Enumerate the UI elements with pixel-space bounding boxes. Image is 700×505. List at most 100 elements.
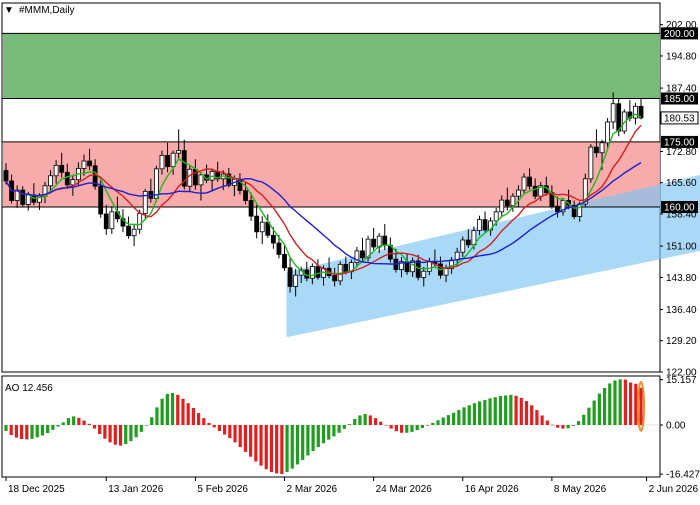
y-tick-label: 194.80	[666, 51, 697, 62]
ao-bar	[358, 415, 362, 426]
candle-body	[504, 199, 510, 207]
ao-bar	[290, 425, 294, 469]
ao-bar	[597, 393, 601, 426]
candle-body	[270, 234, 276, 244]
candle-body	[53, 164, 59, 177]
ao-bar	[592, 400, 596, 426]
ao-bar	[405, 425, 409, 433]
candle-body	[555, 205, 560, 213]
candle	[142, 188, 148, 219]
candle-body	[610, 103, 616, 123]
candle-body	[532, 185, 538, 197]
candle-body	[131, 228, 137, 237]
ao-bar	[217, 425, 222, 431]
candle-body	[371, 238, 377, 248]
ao-bar	[556, 425, 560, 428]
ao-bar	[51, 425, 55, 430]
ao-bar	[462, 407, 466, 426]
ao-bar	[92, 425, 97, 429]
candle-body	[165, 154, 170, 168]
candle-body	[599, 142, 605, 154]
ao-bar	[134, 425, 138, 438]
ao-bar	[301, 425, 305, 460]
candle-body	[3, 170, 9, 182]
ao-bar	[35, 425, 39, 438]
ao-bar	[353, 419, 357, 426]
ao-bar	[155, 407, 159, 426]
candle-body	[605, 121, 610, 144]
ao-bar	[514, 395, 518, 426]
last-price-label: 180.53	[664, 113, 695, 124]
ao-bar	[202, 418, 206, 426]
ao-y-tick-label: -16.427	[666, 470, 700, 481]
candle-body	[516, 189, 521, 197]
ao-bar	[40, 425, 45, 436]
ao-bar	[139, 425, 143, 432]
candle-body	[287, 267, 293, 287]
ao-bar	[618, 379, 622, 426]
y-tick-label: 172.80	[666, 147, 697, 158]
ao-bar	[472, 403, 477, 426]
ao-bar	[602, 387, 607, 426]
candle-body	[109, 211, 115, 230]
ao-bar	[415, 425, 419, 431]
ao-bar	[431, 422, 435, 426]
ao-bar	[61, 422, 65, 426]
ao-bar	[306, 425, 310, 456]
ao-indicator-label: AO 12.456	[5, 383, 53, 394]
ao-bar	[196, 413, 201, 426]
y-tick-label: 129.20	[666, 336, 697, 347]
y-tick-label: 136.40	[666, 305, 697, 316]
ao-bar	[223, 425, 227, 435]
ao-bar	[176, 394, 180, 426]
ao-bar	[103, 425, 107, 439]
candle-body	[243, 190, 248, 201]
ao-bar	[212, 425, 216, 428]
ao-bar	[342, 425, 346, 429]
ao-bar	[9, 425, 13, 436]
candle-body	[443, 268, 449, 276]
x-tick-label: 2 Mar 2026	[287, 484, 338, 495]
ao-bar	[571, 425, 575, 426]
level-label: 200.00	[664, 29, 695, 40]
ao-bar	[72, 416, 76, 426]
ao-bar	[264, 425, 268, 470]
ao-bar	[295, 425, 300, 465]
collapse-arrow-icon[interactable]: ▼	[4, 5, 14, 16]
ao-y-tick-label: 15.157	[666, 375, 697, 386]
candle-body	[332, 275, 338, 282]
ao-bar	[550, 424, 555, 426]
candle-body	[309, 266, 315, 279]
chart-title: #MMM,Daily	[19, 5, 75, 16]
candle-body	[276, 242, 282, 255]
ao-bar	[441, 417, 445, 426]
candle-body	[477, 219, 482, 231]
ao-bar	[337, 425, 341, 433]
ao-bar	[150, 417, 154, 426]
ao-bar	[389, 425, 393, 429]
ao-bar	[30, 425, 34, 439]
candle-body	[81, 160, 87, 169]
ao-bar	[582, 414, 586, 426]
candle-body	[460, 239, 466, 253]
candle-body	[482, 219, 488, 231]
candle-body	[382, 235, 388, 246]
candle-body	[64, 171, 70, 186]
candle-body	[25, 194, 31, 205]
y-tick-label: 151.00	[666, 242, 697, 253]
ao-bar	[275, 425, 279, 474]
x-tick-label: 5 Feb 2026	[197, 484, 248, 495]
ao-bar	[530, 405, 534, 426]
ao-bar	[347, 424, 352, 426]
ao-bar	[446, 415, 451, 426]
ao-bar	[321, 425, 326, 444]
ao-bar	[634, 383, 638, 426]
candle-body	[616, 103, 622, 132]
ao-bar	[56, 425, 60, 427]
candle-body	[20, 189, 26, 205]
ao-y-tick-label: 0.00	[666, 421, 686, 432]
candle-body	[98, 185, 104, 215]
ao-bar	[316, 425, 320, 448]
ao-bar	[399, 425, 404, 433]
ao-bar	[66, 418, 71, 426]
